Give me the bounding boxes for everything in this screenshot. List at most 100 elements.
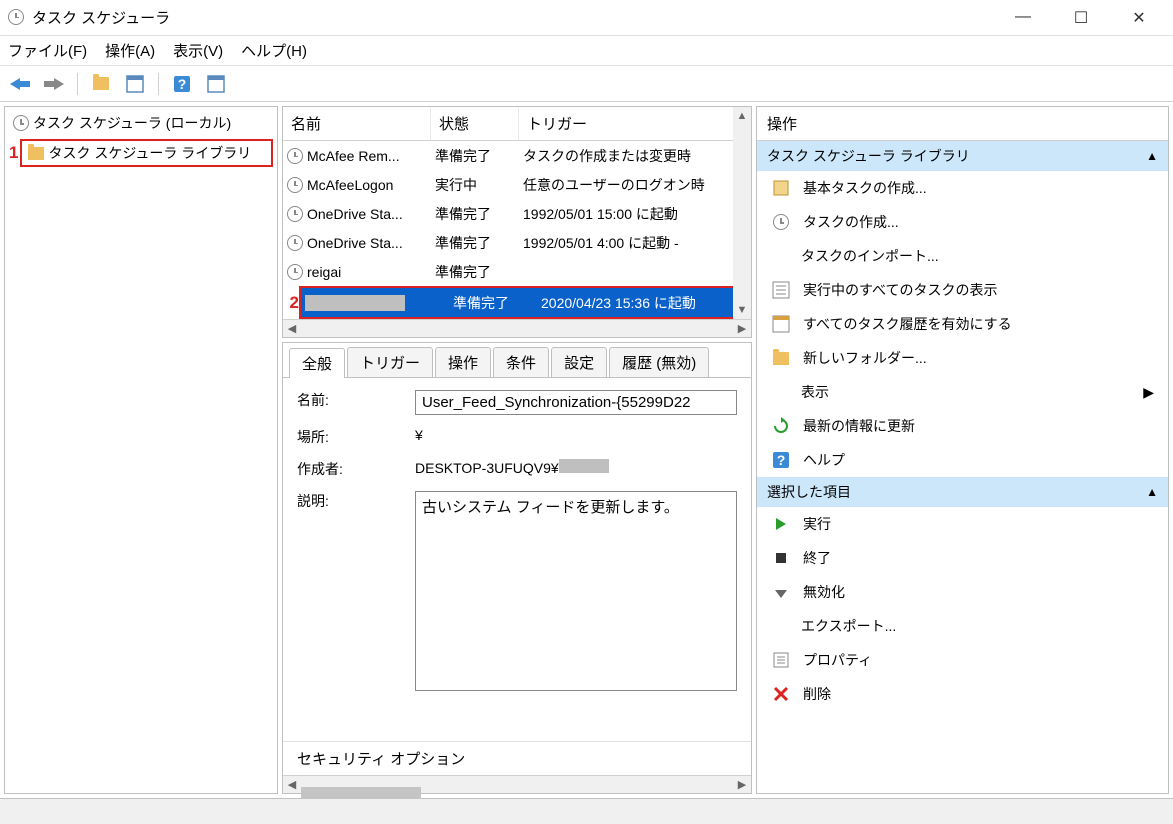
tree-root[interactable]: タスク スケジューラ (ローカル): [9, 111, 273, 135]
action-show-running[interactable]: 実行中のすべてのタスクの表示: [757, 273, 1168, 307]
chevron-up-icon: ▲: [1146, 149, 1158, 163]
name-field[interactable]: [415, 390, 737, 415]
tab-actions[interactable]: 操作: [435, 347, 491, 377]
close-button[interactable]: ✕: [1119, 8, 1159, 28]
svg-text:?: ?: [777, 452, 786, 468]
maximize-button[interactable]: ☐: [1061, 8, 1101, 28]
history-icon: [771, 314, 791, 334]
name-label: 名前:: [297, 390, 415, 415]
task-list-header: 名前 状態 トリガー: [283, 107, 751, 141]
redacted-author: [559, 459, 609, 473]
tab-settings[interactable]: 設定: [551, 347, 607, 377]
tree-library[interactable]: タスク スケジューラ ライブラリ: [20, 139, 273, 167]
horizontal-scrollbar[interactable]: ◀▶: [283, 319, 751, 337]
action-refresh[interactable]: 最新の情報に更新: [757, 409, 1168, 443]
action-new-folder[interactable]: 新しいフォルダー...: [757, 341, 1168, 375]
desc-label: 説明:: [297, 491, 415, 694]
col-trigger[interactable]: トリガー: [519, 107, 751, 140]
task-list: 名前 状態 トリガー McAfee Rem... 準備完了 タスクの作成または変…: [282, 106, 752, 338]
back-button[interactable]: [6, 70, 34, 98]
menu-help[interactable]: ヘルプ(H): [241, 40, 307, 61]
actions-title: 操作: [757, 107, 1168, 141]
actions-selected-section[interactable]: 選択した項目 ▲: [757, 477, 1168, 507]
vertical-scrollbar[interactable]: ▲▼: [733, 107, 751, 319]
svg-text:?: ?: [178, 76, 187, 92]
task-row-selected[interactable]: 準備完了 2020/04/23 15:36 に起動: [301, 288, 749, 317]
action-end[interactable]: 終了: [757, 541, 1168, 575]
menubar: ファイル(F) 操作(A) 表示(V) ヘルプ(H): [0, 36, 1173, 66]
annotation-1: 1: [9, 143, 18, 163]
menu-action[interactable]: 操作(A): [105, 40, 155, 61]
tab-conditions[interactable]: 条件: [493, 347, 549, 377]
tab-history[interactable]: 履歴 (無効): [609, 347, 709, 377]
desc-field[interactable]: [415, 491, 737, 691]
disable-icon: [771, 582, 791, 602]
task-row[interactable]: OneDrive Sta... 準備完了 1992/05/01 4:00 に起動…: [283, 228, 751, 257]
clock-icon: [287, 206, 303, 222]
clock-icon: [287, 264, 303, 280]
chevron-right-icon: ▶: [1143, 384, 1154, 401]
toolbar: ?: [0, 66, 1173, 102]
action-disable[interactable]: 無効化: [757, 575, 1168, 609]
task-detail: 全般 トリガー 操作 条件 設定 履歴 (無効) 名前: 場所: ¥ 作成者:: [282, 342, 752, 794]
task-row[interactable]: McAfee Rem... 準備完了 タスクの作成または変更時: [283, 141, 751, 170]
clock-icon: [287, 148, 303, 164]
task-row[interactable]: McAfeeLogon 実行中 任意のユーザーのログオン時: [283, 170, 751, 199]
action-run[interactable]: 実行: [757, 507, 1168, 541]
refresh-icon: [771, 416, 791, 436]
action-enable-history[interactable]: すべてのタスク履歴を有効にする: [757, 307, 1168, 341]
security-options-label: セキュリティ オプション: [283, 741, 751, 775]
detail-horizontal-scrollbar[interactable]: ◀▶: [283, 775, 751, 793]
chevron-up-icon: ▲: [1146, 485, 1158, 499]
help-button[interactable]: ?: [168, 70, 196, 98]
action-create-basic[interactable]: 基本タスクの作成...: [757, 171, 1168, 205]
task-row[interactable]: reigai 準備完了: [283, 257, 751, 286]
tree-library-label: タスク スケジューラ ライブラリ: [48, 143, 251, 163]
up-button[interactable]: [87, 70, 115, 98]
tree-pane: タスク スケジューラ (ローカル) 1 タスク スケジューラ ライブラリ: [4, 106, 278, 794]
actions-pane: 操作 タスク スケジューラ ライブラリ ▲ 基本タスクの作成... タスクの作成…: [756, 106, 1169, 794]
col-state[interactable]: 状態: [431, 107, 519, 140]
window-title: タスク スケジューラ: [32, 7, 1003, 28]
action-help[interactable]: ? ヘルプ: [757, 443, 1168, 477]
location-value: ¥: [415, 427, 737, 447]
properties-icon: [771, 650, 791, 670]
folder-icon: [771, 348, 791, 368]
action-properties[interactable]: プロパティ: [757, 643, 1168, 677]
task-row[interactable]: OneDrive Sta... 準備完了 1992/05/01 15:00 に起…: [283, 199, 751, 228]
task-icon: [771, 212, 791, 232]
help-icon: ?: [771, 450, 791, 470]
statusbar: [0, 798, 1173, 824]
tree-root-label: タスク スケジューラ (ローカル): [33, 113, 231, 133]
play-icon: [771, 514, 791, 534]
action-import[interactable]: タスクのインポート...: [757, 239, 1168, 273]
author-label: 作成者:: [297, 459, 415, 479]
properties-button[interactable]: [202, 70, 230, 98]
app-icon: [8, 9, 26, 27]
actions-library-section[interactable]: タスク スケジューラ ライブラリ ▲: [757, 141, 1168, 171]
action-export[interactable]: エクスポート...: [757, 609, 1168, 643]
clock-icon: [287, 235, 303, 251]
delete-icon: [771, 684, 791, 704]
action-delete[interactable]: 削除: [757, 677, 1168, 711]
tab-general[interactable]: 全般: [289, 348, 345, 378]
detail-tabs: 全般 トリガー 操作 条件 設定 履歴 (無効): [283, 343, 751, 378]
menu-file[interactable]: ファイル(F): [8, 40, 87, 61]
list-icon: [771, 280, 791, 300]
menu-view[interactable]: 表示(V): [173, 40, 223, 61]
titlebar: タスク スケジューラ — ☐ ✕: [0, 0, 1173, 36]
minimize-button[interactable]: —: [1003, 8, 1043, 28]
wizard-icon: [771, 178, 791, 198]
clock-icon: [13, 115, 29, 131]
redacted-name: [305, 295, 405, 311]
action-view[interactable]: 表示 ▶: [757, 375, 1168, 409]
col-name[interactable]: 名前: [283, 107, 431, 140]
location-label: 場所:: [297, 427, 415, 447]
forward-button[interactable]: [40, 70, 68, 98]
show-hide-button[interactable]: [121, 70, 149, 98]
center-pane: 名前 状態 トリガー McAfee Rem... 準備完了 タスクの作成または変…: [282, 106, 752, 794]
tab-triggers[interactable]: トリガー: [347, 347, 433, 377]
author-value: DESKTOP-3UFUQV9¥: [415, 459, 737, 479]
action-create-task[interactable]: タスクの作成...: [757, 205, 1168, 239]
clock-icon: [287, 177, 303, 193]
